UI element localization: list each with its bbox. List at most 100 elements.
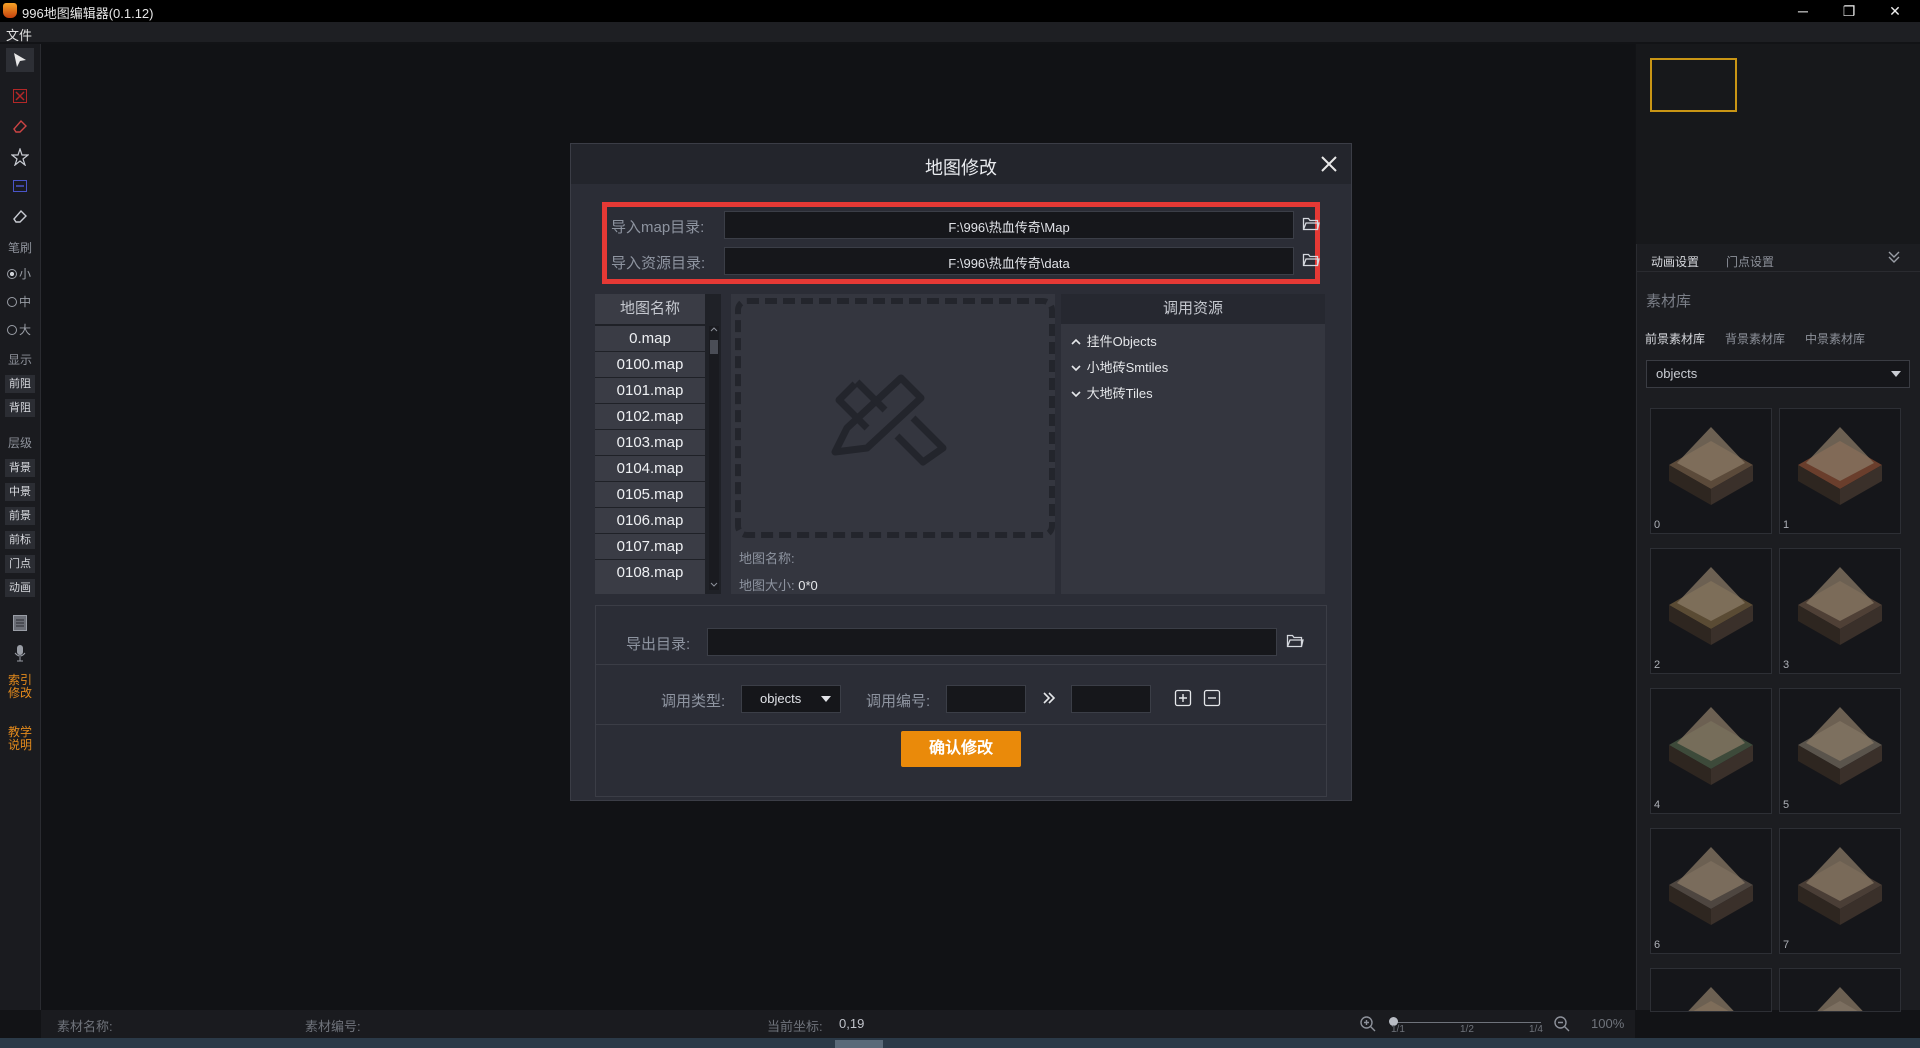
brush-size-small[interactable]: 小 <box>7 265 31 282</box>
list-item[interactable]: 0104.map <box>595 456 705 481</box>
layer-animation-button[interactable]: 动画 <box>5 579 35 597</box>
tab-animation-settings[interactable]: 动画设置 <box>1651 253 1699 270</box>
cursor-icon[interactable] <box>6 48 34 72</box>
double-chevron-down-icon[interactable] <box>1886 249 1902 265</box>
menu-file[interactable]: 文件 <box>6 25 32 44</box>
asset-tile[interactable]: 3 <box>1779 548 1901 674</box>
close-icon[interactable] <box>1317 152 1341 176</box>
zoom-slider[interactable]: 1/1 1/2 1/4 <box>1389 1017 1543 1035</box>
resource-label: 大地砖Tiles <box>1086 386 1153 401</box>
list-item[interactable]: 0103.map <box>595 430 705 455</box>
plus-box-icon[interactable] <box>1174 689 1192 707</box>
import-map-field[interactable]: F:\996\热血传奇\Map <box>724 211 1294 239</box>
import-resource-field[interactable]: F:\996\热血传奇\data <box>724 247 1294 275</box>
tutorial-button[interactable]: 教学 说明 <box>0 726 40 752</box>
scrollbar-thumb[interactable] <box>835 1040 883 1048</box>
scroll-thumb[interactable] <box>710 340 718 354</box>
map-placeholder-icon <box>831 374 947 466</box>
asset-tile[interactable] <box>1779 968 1901 1012</box>
restore-button[interactable]: ❐ <box>1826 0 1872 22</box>
scroll-down-icon[interactable] <box>710 582 718 588</box>
brush-size-large[interactable]: 大 <box>7 321 31 338</box>
list-item[interactable]: 0100.map <box>595 352 705 377</box>
index-modify-button[interactable]: 索引 修改 <box>0 674 40 700</box>
folder-icon[interactable] <box>1286 633 1304 649</box>
asset-tile[interactable]: 4 <box>1650 688 1772 814</box>
asset-tile[interactable]: 0 <box>1650 408 1772 534</box>
confirm-modify-button[interactable]: 确认修改 <box>901 731 1021 767</box>
asset-number: 7 <box>1783 939 1790 951</box>
library-type-value: objects <box>1656 366 1698 381</box>
radio-icon <box>7 325 17 335</box>
folder-icon[interactable] <box>1302 252 1320 268</box>
list-item[interactable] <box>595 585 705 594</box>
import-map-value: F:\996\热血传奇\Map <box>948 220 1070 235</box>
brush-size-large-label: 大 <box>19 323 32 337</box>
zoom-out-icon[interactable] <box>1553 1015 1571 1033</box>
minimize-button[interactable]: ─ <box>1780 0 1826 22</box>
star-icon[interactable] <box>6 144 34 168</box>
minimap[interactable] <box>1636 44 1920 244</box>
call-number-start-field[interactable] <box>946 685 1026 713</box>
bottom-scrollbar[interactable] <box>0 1038 1920 1048</box>
display-back-block-button[interactable]: 背阻 <box>5 399 35 417</box>
resource-item-objects[interactable]: 挂件Objects <box>1069 331 1157 350</box>
eraser-icon[interactable] <box>6 204 34 228</box>
asset-tile[interactable]: 2 <box>1650 548 1772 674</box>
list-item[interactable]: 0102.map <box>595 404 705 429</box>
delete-icon[interactable] <box>6 84 34 108</box>
library-type-dropdown[interactable]: objects <box>1646 360 1910 388</box>
list-item[interactable]: 0105.map <box>595 482 705 507</box>
display-label: 显示 <box>7 353 32 367</box>
asset-tile[interactable]: 6 <box>1650 828 1772 954</box>
coord-value: 0,19 <box>839 1016 865 1031</box>
divider <box>1636 271 1920 272</box>
call-type-value: objects <box>760 691 802 706</box>
map-modify-dialog: 地图修改 导入map目录: F:\996\热血传奇\Map 导入资源目录: F:… <box>570 143 1352 801</box>
minimap-viewport[interactable] <box>1650 58 1737 112</box>
tab-foreground-library[interactable]: 前景素材库 <box>1645 330 1705 347</box>
zoom-in-icon[interactable] <box>1359 1015 1377 1033</box>
layer-middle-button[interactable]: 中景 <box>5 483 35 501</box>
tab-door-settings[interactable]: 门点设置 <box>1726 253 1774 270</box>
tab-middle-library[interactable]: 中景素材库 <box>1805 330 1865 347</box>
asset-thumbnail <box>1790 839 1890 937</box>
microphone-icon[interactable] <box>6 640 34 664</box>
call-number-end-field[interactable] <box>1071 685 1151 713</box>
asset-tile[interactable]: 7 <box>1779 828 1901 954</box>
call-type-dropdown[interactable]: objects <box>741 685 841 713</box>
map-size-value: 0*0 <box>798 578 818 593</box>
layer-foreground-button[interactable]: 前景 <box>5 507 35 525</box>
tab-background-library[interactable]: 背景素材库 <box>1725 330 1785 347</box>
close-window-button[interactable]: ✕ <box>1872 0 1918 22</box>
resource-panel-header: 调用资源 <box>1061 294 1325 324</box>
map-size-label: 地图大小: <box>739 578 795 593</box>
folder-icon[interactable] <box>1302 216 1320 232</box>
layer-front-mark-button[interactable]: 前标 <box>5 531 35 549</box>
call-type-label: 调用类型: <box>661 693 726 710</box>
asset-thumbnail <box>1661 699 1761 797</box>
scroll-up-icon[interactable] <box>710 326 718 332</box>
layer-door-button[interactable]: 门点 <box>5 555 35 573</box>
asset-tile[interactable] <box>1650 968 1772 1012</box>
export-field[interactable] <box>707 628 1277 656</box>
eraser-icon[interactable] <box>6 114 34 138</box>
list-item[interactable]: 0108.map <box>595 560 705 585</box>
index-modify-line2: 修改 <box>7 686 32 700</box>
brush-size-medium[interactable]: 中 <box>7 293 31 310</box>
resource-item-smtiles[interactable]: 小地砖Smtiles <box>1069 357 1168 376</box>
grid-icon[interactable] <box>6 610 34 634</box>
display-front-block-button[interactable]: 前阻 <box>5 375 35 393</box>
asset-tile[interactable]: 1 <box>1779 408 1901 534</box>
map-list-scrollbar[interactable] <box>709 326 719 590</box>
asset-tile[interactable]: 5 <box>1779 688 1901 814</box>
list-item[interactable]: 0101.map <box>595 378 705 403</box>
minus-box-icon[interactable] <box>1203 689 1221 707</box>
minus-icon[interactable] <box>6 174 34 198</box>
list-item[interactable]: 0107.map <box>595 534 705 559</box>
list-item[interactable]: 0106.map <box>595 508 705 533</box>
resource-item-tiles[interactable]: 大地砖Tiles <box>1069 383 1153 402</box>
list-item[interactable]: 0.map <box>595 326 705 351</box>
layer-background-button[interactable]: 背景 <box>5 459 35 477</box>
chevron-down-icon <box>1071 365 1081 372</box>
